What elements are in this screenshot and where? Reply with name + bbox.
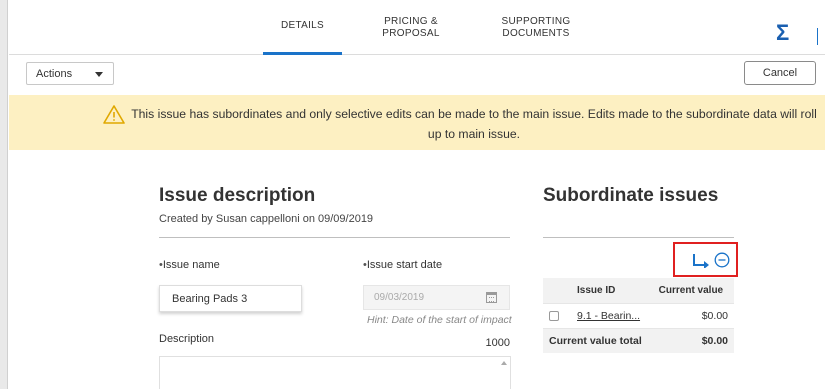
description-char-counter: 1000 — [485, 337, 510, 349]
row-select-cell — [543, 302, 571, 328]
issue-name-value: Bearing Pads 3 — [172, 292, 248, 305]
issue-id-link[interactable]: 9.1 - Bearin... — [577, 310, 640, 322]
column-header-issue-id: Issue ID — [577, 284, 616, 296]
created-by-text: Created by Susan cappelloni on 09/09/201… — [159, 213, 374, 225]
tab-details-label: DETAILS — [280, 20, 325, 31]
start-date-value: 09/03/2019 — [374, 292, 425, 303]
subordinate-issues-title: Subordinate issues — [543, 185, 719, 206]
start-date-label: •Issue start date — [363, 259, 442, 271]
panel-edge-icon[interactable] — [817, 28, 820, 45]
scroll-up-icon[interactable] — [501, 361, 507, 365]
chevron-down-icon — [95, 72, 103, 77]
row-checkbox[interactable] — [549, 310, 559, 321]
column-header-current-value: Current value — [658, 284, 724, 296]
start-date-label-text: Issue start date — [366, 259, 443, 271]
issue-description-title: Issue description — [159, 185, 316, 206]
actions-dropdown[interactable]: Actions — [26, 62, 114, 85]
issue-id-cell: 9.1 - Bearin... — [571, 302, 653, 328]
tab-pricing-proposal[interactable]: PRICING & PROPOSAL — [376, 0, 446, 55]
tab-supporting-label: SUPPORTING DOCUMENTS — [501, 15, 571, 39]
action-bar: Actions Cancel — [9, 55, 825, 93]
warning-banner: This issue has subordinates and only sel… — [9, 95, 825, 150]
left-panel-edge — [0, 0, 8, 389]
issue-name-input[interactable]: Bearing Pads 3 — [159, 285, 302, 312]
issue-name-label: •Issue name — [159, 259, 220, 271]
start-date-input[interactable]: 09/03/2019 — [363, 285, 510, 310]
select-column-header — [543, 278, 571, 303]
table-header-row: Issue ID Current value — [543, 278, 734, 303]
sigma-icon[interactable]: Σ — [776, 22, 789, 44]
total-row: Current value total $0.00 — [543, 327, 734, 353]
warning-icon — [103, 105, 125, 124]
tab-pricing-label: PRICING & PROPOSAL — [382, 15, 440, 39]
total-value: $0.00 — [652, 327, 734, 353]
tab-details[interactable]: DETAILS — [263, 0, 342, 55]
cancel-button[interactable]: Cancel — [744, 61, 816, 85]
tab-supporting-documents[interactable]: SUPPORTING DOCUMENTS — [491, 0, 581, 55]
calendar-icon[interactable] — [486, 292, 497, 303]
add-subordinate-icon[interactable] — [692, 253, 710, 268]
current-value-cell: $0.00 — [652, 302, 734, 328]
subordinate-issues-table: Issue ID Current value 9.1 - Bearin... $… — [543, 278, 734, 353]
banner-message: This issue has subordinates and only sel… — [131, 107, 817, 141]
app-window: DETAILS PRICING & PROPOSAL SUPPORTING DO… — [0, 0, 825, 389]
divider — [543, 237, 734, 238]
total-label: Current value total — [543, 327, 653, 353]
tab-bar: DETAILS PRICING & PROPOSAL SUPPORTING DO… — [9, 0, 825, 55]
divider — [159, 237, 510, 238]
table-row: 9.1 - Bearin... $0.00 — [543, 302, 734, 328]
issue-name-label-text: Issue name — [162, 259, 220, 271]
subordinate-tools-highlight — [673, 242, 738, 277]
actions-label: Actions — [36, 67, 73, 80]
start-date-hint: Hint: Date of the start of impact — [367, 314, 512, 326]
remove-circle-icon[interactable] — [714, 252, 730, 268]
description-label: Description — [159, 333, 215, 345]
description-textarea[interactable] — [159, 356, 511, 389]
